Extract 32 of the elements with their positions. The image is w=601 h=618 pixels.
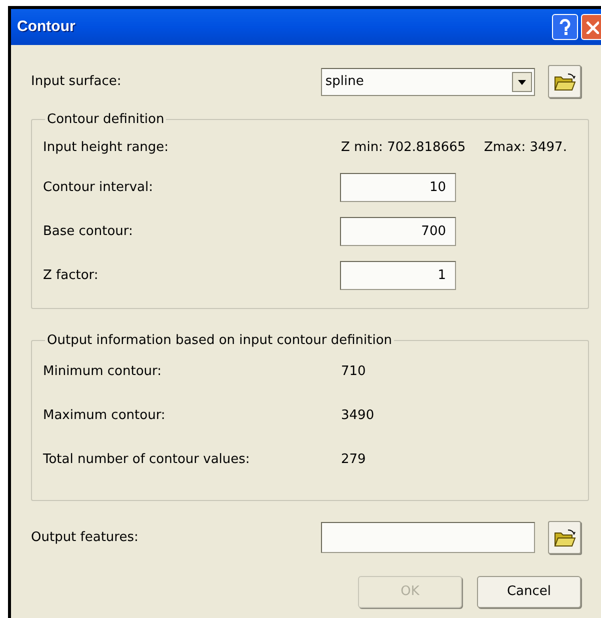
info-value: 279 [341,451,366,470]
info-label: Total number of contour values: [43,451,251,470]
number-field[interactable]: 1 [340,261,456,290]
cancel-button[interactable]: Cancel [477,576,581,608]
open-folder-button[interactable] [548,65,581,98]
group-title: Output information based on input contour definition [46,332,394,350]
field-label: Contour interval: [43,178,154,197]
info-label: Maximum contour: [43,407,166,426]
dropdown-caret-icon[interactable] [512,72,532,92]
field-label: Input surface: [31,72,122,91]
info-value: 3490 [341,407,374,426]
field-label: Z factor: [43,266,100,285]
close-button[interactable] [581,14,601,40]
info-value: 710 [341,363,366,382]
number-field[interactable]: 10 [340,173,456,202]
folder-icon [554,72,576,90]
field-label: Output features: [31,528,140,547]
help-icon [559,19,571,35]
zmax-value: Zmax: 3497. [484,138,567,157]
group-title: Contour definition [46,111,166,129]
folder-icon [554,528,576,546]
field-label: Input height range: [43,138,170,157]
open-folder-button[interactable] [548,521,581,554]
input-surface-dropdown[interactable]: spline [321,68,535,96]
help-button[interactable] [552,14,578,40]
close-icon [585,20,599,34]
zmin-value: Z min: 702.818665 [341,138,467,157]
number-field[interactable]: 700 [340,217,456,246]
field-label: Base contour: [43,222,134,241]
info-label: Minimum contour: [43,363,163,382]
output-features-field[interactable] [321,522,535,553]
window-title: Contour [17,16,76,37]
